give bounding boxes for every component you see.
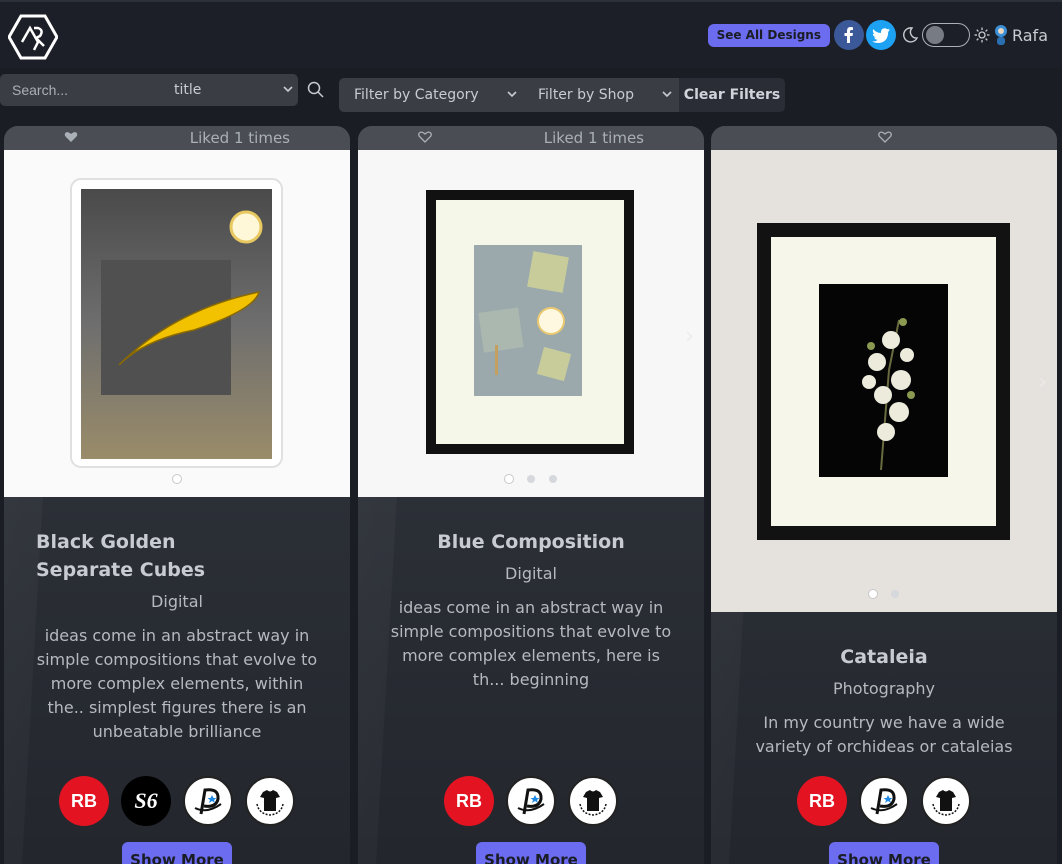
sun-icon [974, 27, 990, 43]
top-navbar: See All Designs Rafa [0, 0, 1062, 68]
twitter-icon[interactable] [865, 20, 896, 50]
card-info: Blue Composition Digital ideas come in a… [358, 528, 704, 692]
carousel-dot[interactable] [891, 590, 899, 598]
shop-filter-label: Filter by Shop [538, 87, 634, 103]
show-more-button[interactable]: Show More [829, 842, 939, 864]
redbubble-icon[interactable]: RB [797, 776, 847, 826]
chevron-down-icon [507, 91, 517, 98]
show-more-button[interactable]: Show More [122, 842, 232, 864]
carousel-dot[interactable] [549, 475, 557, 483]
carousel-dot[interactable] [505, 475, 513, 483]
pixels-icon[interactable] [506, 776, 556, 826]
like-bar: Liked 1 times [358, 126, 704, 150]
search-input[interactable] [0, 74, 160, 106]
card-description: ideas come in an abstract way in simple … [390, 598, 672, 689]
product-image [757, 223, 1010, 540]
facebook-icon[interactable] [833, 20, 864, 50]
chevron-down-icon [662, 91, 672, 98]
user-name[interactable]: Rafa [1012, 26, 1048, 45]
shop-filter-select[interactable]: Filter by Shop [524, 78, 679, 112]
clear-filters-button[interactable]: Clear Filters [679, 78, 785, 112]
product-image-carousel[interactable] [4, 150, 350, 497]
search-group: title [0, 74, 298, 106]
redbubble-icon[interactable]: RB [59, 776, 109, 826]
card-title[interactable]: Black Golden Separate Cubes [4, 528, 350, 584]
category-filter-label: Filter by Category [354, 87, 479, 103]
card-title[interactable]: Blue Composition [358, 528, 704, 556]
teepublic-icon[interactable] [921, 776, 971, 826]
design-card: › Cataleia Photography In my country we … [711, 126, 1057, 864]
card-description: In my country we have a wide variety of … [755, 713, 1013, 756]
see-all-designs-button[interactable]: See All Designs [707, 23, 830, 47]
pixels-icon[interactable] [859, 776, 909, 826]
filter-bar: title Filter by Category Filter by Shop … [0, 74, 1062, 112]
toggle-knob [925, 26, 944, 44]
card-description: ideas come in an abstract way in simple … [36, 626, 318, 741]
product-image [70, 178, 283, 468]
card-category: Digital [505, 564, 557, 583]
chevron-right-icon[interactable]: › [685, 324, 694, 349]
carousel-dots [4, 475, 350, 483]
search-icon[interactable] [304, 78, 328, 102]
heart-outline-icon[interactable] [418, 130, 432, 144]
like-count: Liked 1 times [189, 129, 290, 147]
like-count: Liked 1 times [543, 129, 644, 147]
theme-toggle[interactable] [921, 23, 970, 47]
brand-logo[interactable] [8, 14, 58, 60]
carousel-dots [711, 590, 1057, 598]
product-image-carousel[interactable]: › [358, 150, 704, 497]
design-card: Liked 1 times Black Golden Separate Cube… [4, 126, 350, 864]
redbubble-icon[interactable]: RB [444, 776, 494, 826]
society6-icon[interactable]: S6 [121, 776, 171, 826]
category-filter-select[interactable]: Filter by Category [339, 78, 524, 112]
carousel-dot[interactable] [173, 475, 181, 483]
teepublic-icon[interactable] [568, 776, 618, 826]
design-card: Liked 1 times › Blue Composition Digital… [358, 126, 704, 864]
card-category: Digital [151, 592, 203, 611]
card-info: Cataleia Photography In my country we ha… [711, 643, 1057, 759]
heart-filled-icon[interactable] [64, 130, 78, 144]
shop-links: RB [711, 776, 1057, 826]
heart-outline-icon[interactable] [878, 130, 892, 144]
header-actions: See All Designs Rafa [707, 19, 1048, 51]
chevron-right-icon[interactable]: › [1038, 370, 1047, 395]
pixels-icon[interactable] [183, 776, 233, 826]
teepublic-icon[interactable] [245, 776, 295, 826]
like-bar: Liked 1 times [4, 126, 350, 150]
card-info: Black Golden Separate Cubes Digital idea… [4, 528, 350, 744]
shop-links: RB [358, 776, 704, 826]
moon-icon [903, 27, 918, 43]
search-field-select[interactable]: title [160, 74, 298, 106]
carousel-dot[interactable] [527, 475, 535, 483]
user-avatar-icon[interactable] [992, 24, 1010, 46]
shop-links: RB S6 [4, 776, 350, 826]
product-image [426, 190, 634, 454]
card-title[interactable]: Cataleia [711, 643, 1057, 671]
search-field-value: title [174, 82, 202, 98]
show-more-button[interactable]: Show More [476, 842, 586, 864]
card-category: Photography [833, 679, 935, 698]
carousel-dots [358, 475, 704, 483]
like-bar [711, 126, 1057, 150]
chevron-down-icon [283, 86, 293, 93]
product-image-carousel[interactable]: › [711, 150, 1057, 612]
carousel-dot[interactable] [869, 590, 877, 598]
